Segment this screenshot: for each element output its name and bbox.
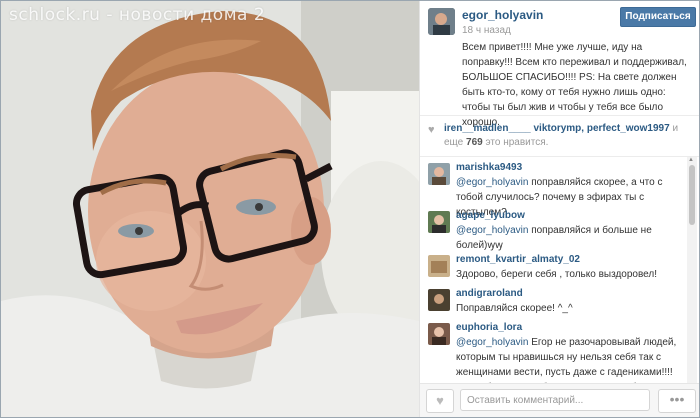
scroll-thumb[interactable]: [689, 165, 695, 225]
comment-mention[interactable]: @egor_holyavin: [456, 177, 528, 188]
comment-text: Здорово, береги себя , только выздоровел…: [456, 267, 682, 282]
comment-username[interactable]: agape_lyubow: [456, 210, 525, 221]
follow-button[interactable]: Подписаться: [620, 7, 696, 27]
likes-summary: iren__madlen____ viktorymp, perfect_wow1…: [444, 122, 694, 150]
scroll-up-arrow-icon[interactable]: ▲: [688, 157, 694, 163]
heart-icon: ♥: [436, 393, 444, 408]
comment-avatar[interactable]: [428, 289, 450, 311]
comment-avatar[interactable]: [428, 163, 450, 185]
comment-username[interactable]: euphoria_lora: [456, 322, 522, 333]
post-timestamp[interactable]: 18 ч назад: [462, 25, 511, 36]
likes-suffix: это нравится.: [485, 137, 549, 148]
comment-username[interactable]: andigraroland: [456, 288, 523, 299]
comment-avatar[interactable]: [428, 211, 450, 233]
comment-avatar[interactable]: [428, 323, 450, 345]
likes-section: ♥ iren__madlen____ viktorymp, perfect_wo…: [420, 115, 699, 157]
comment-avatar[interactable]: [428, 255, 450, 277]
post-sidebar: egor_holyavin 18 ч назад Подписаться Все…: [419, 1, 699, 417]
comment-mention[interactable]: @egor_holyavin: [456, 225, 528, 236]
comment-text: @egor_holyavin Егор не разочаровывай люд…: [456, 335, 682, 383]
post-username[interactable]: egor_holyavin: [462, 8, 543, 22]
comment-username[interactable]: remont_kvartir_almaty_02: [456, 254, 580, 265]
comment-footer: ♥ Оставить комментарий... •••: [420, 383, 699, 417]
heart-icon: ♥: [428, 124, 435, 136]
comment-text: Поправляйся скорее! ^_^: [456, 301, 682, 316]
more-options-button[interactable]: •••: [658, 389, 696, 413]
comment-username[interactable]: marishka9493: [456, 162, 522, 173]
instagram-post-window: schlock.ru - новости дома 2 egor_holyavi…: [0, 0, 700, 418]
likes-users[interactable]: iren__madlen____ viktorymp, perfect_wow1…: [444, 123, 670, 134]
post-header: egor_holyavin 18 ч назад Подписаться Все…: [420, 1, 699, 128]
comment-body: Здорово, береги себя , только выздоровел…: [456, 269, 658, 280]
comment-mention[interactable]: @egor_holyavin: [456, 337, 528, 348]
likes-count[interactable]: 769: [466, 137, 483, 148]
watermark-text: schlock.ru - новости дома 2: [9, 5, 266, 25]
comments-scrollbar[interactable]: ▲: [687, 157, 697, 383]
avatar[interactable]: [428, 8, 455, 35]
selfie-image: [1, 1, 419, 417]
like-button[interactable]: ♥: [426, 389, 454, 413]
comment-body: Поправляйся скорее! ^_^: [456, 303, 573, 314]
comment-text: @egor_holyavin поправляйся и больше не б…: [456, 223, 682, 253]
comment-list: marishka9493 @egor_holyavin поправляйся …: [420, 157, 686, 383]
post-photo: schlock.ru - новости дома 2: [1, 1, 419, 417]
comment-input[interactable]: Оставить комментарий...: [460, 389, 650, 411]
